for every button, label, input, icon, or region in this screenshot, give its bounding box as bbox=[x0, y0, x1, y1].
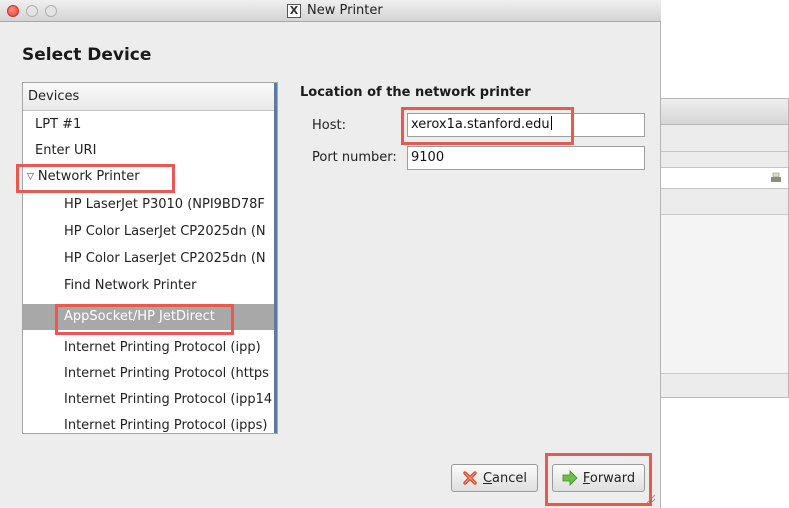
device-item-hp-laserjet-p3010[interactable]: HP LaserJet P3010 (NPI9BD78F bbox=[23, 192, 276, 218]
device-item-ipps[interactable]: Internet Printing Protocol (ipps) bbox=[23, 413, 276, 433]
text-caret bbox=[550, 116, 552, 130]
device-item-find-network-printer[interactable]: Find Network Printer bbox=[23, 273, 276, 299]
forward-label: Forward bbox=[582, 470, 636, 486]
device-item-enter-uri[interactable]: Enter URI bbox=[23, 138, 276, 164]
x11-icon: X bbox=[287, 3, 301, 18]
page-heading: Select Device bbox=[22, 45, 152, 65]
devices-list[interactable]: Devices LPT #1 Enter URI ▽ Network Printe… bbox=[22, 82, 278, 434]
port-number-label: Port number: bbox=[312, 150, 397, 165]
host-label: Host: bbox=[312, 118, 346, 133]
titlebar: X New Printer bbox=[0, 0, 661, 22]
minimize-window-button[interactable] bbox=[26, 5, 38, 17]
device-item-appsocket[interactable]: AppSocket/HP JetDirect bbox=[23, 304, 276, 330]
device-item-network-printer[interactable]: ▽ Network Printer bbox=[23, 164, 276, 190]
printer-icon bbox=[771, 172, 781, 182]
device-item-ipp-https[interactable]: Internet Printing Protocol (https bbox=[23, 361, 276, 387]
host-input[interactable]: xerox1a.stanford.edu bbox=[407, 113, 645, 137]
new-printer-dialog: X New Printer Select Device Devices LPT … bbox=[0, 0, 661, 508]
device-item-lpt1[interactable]: LPT #1 bbox=[23, 112, 276, 138]
cancel-x-icon bbox=[463, 471, 477, 485]
location-section-title: Location of the network printer bbox=[300, 85, 531, 100]
device-item-hp-color-laserjet-1[interactable]: HP Color LaserJet CP2025dn (N bbox=[23, 219, 276, 245]
cancel-label: Cancel bbox=[482, 470, 528, 486]
port-number-value: 9100 bbox=[411, 150, 445, 165]
host-input-value: xerox1a.stanford.edu bbox=[411, 117, 550, 132]
cancel-button[interactable]: Cancel bbox=[451, 464, 538, 492]
expander-triangle-icon[interactable]: ▽ bbox=[27, 164, 34, 190]
forward-arrow-icon bbox=[562, 470, 578, 486]
device-item-ipp14[interactable]: Internet Printing Protocol (ipp14 bbox=[23, 387, 276, 413]
maximize-window-button[interactable] bbox=[45, 5, 57, 17]
devices-scrollbar[interactable] bbox=[274, 83, 277, 433]
devices-column-header[interactable]: Devices bbox=[23, 83, 277, 111]
device-item-label: Network Printer bbox=[37, 169, 140, 184]
close-window-button[interactable] bbox=[7, 5, 19, 17]
resize-grip-icon[interactable] bbox=[646, 494, 656, 504]
device-item-ipp[interactable]: Internet Printing Protocol (ipp) bbox=[23, 335, 276, 361]
window-title: New Printer bbox=[307, 3, 383, 18]
port-number-input[interactable]: 9100 bbox=[407, 146, 645, 170]
forward-button[interactable]: Forward bbox=[552, 464, 645, 492]
device-item-hp-color-laserjet-2[interactable]: HP Color LaserJet CP2025dn (N bbox=[23, 246, 276, 272]
